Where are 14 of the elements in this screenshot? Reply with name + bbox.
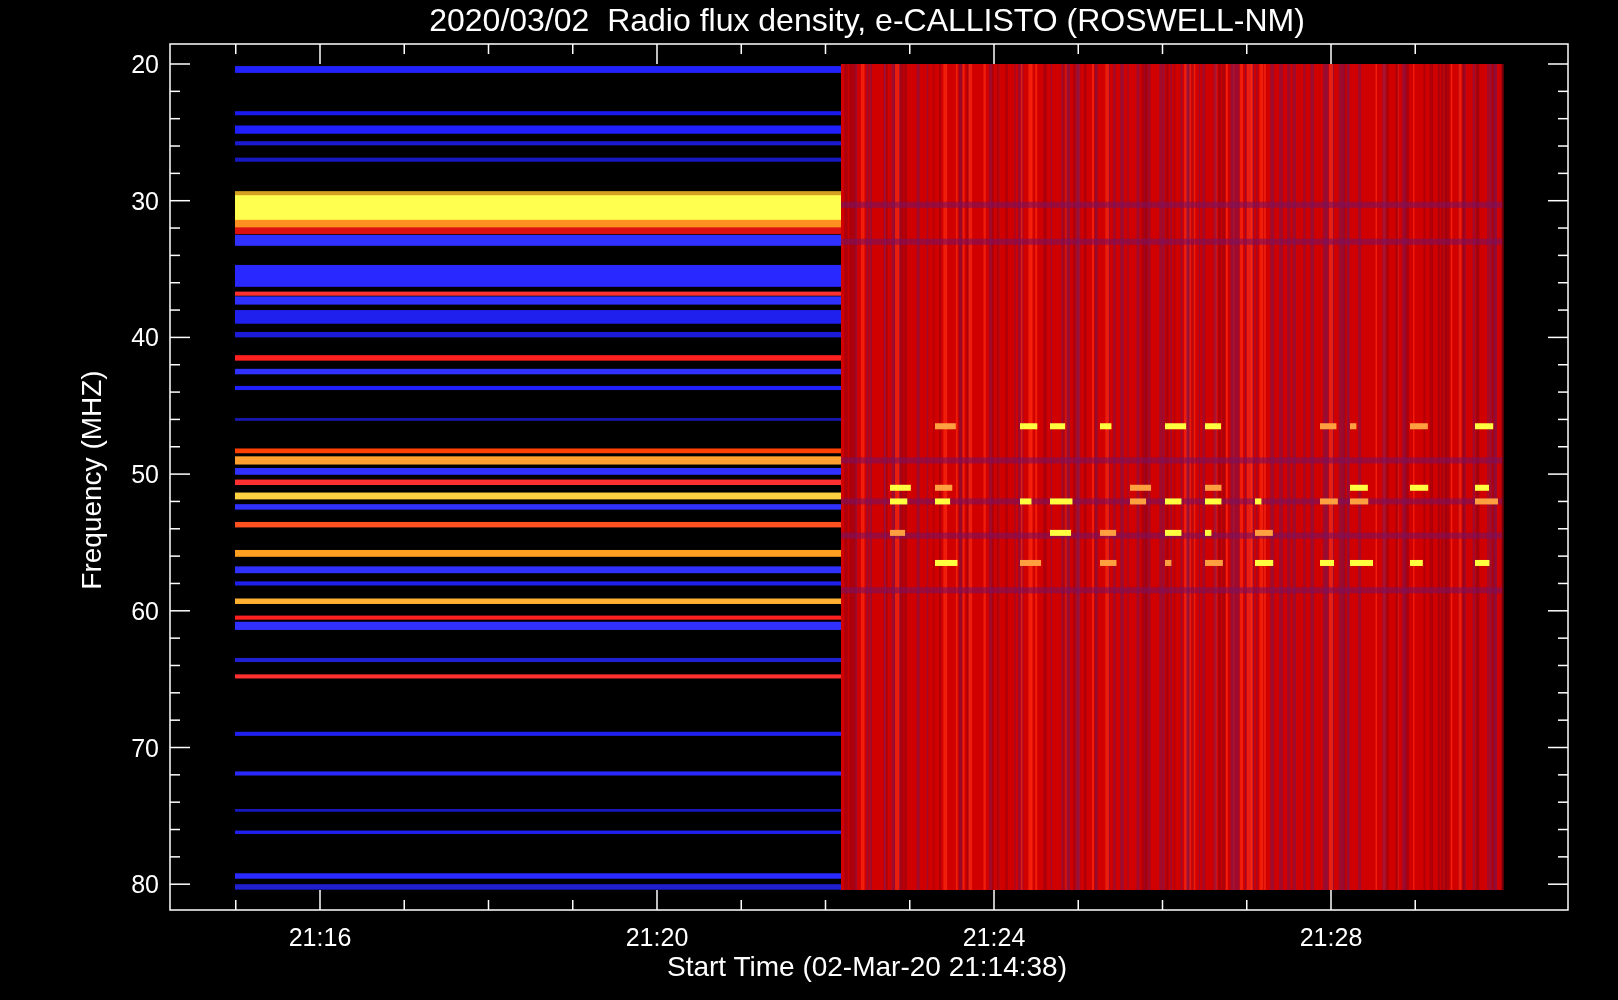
chart-title: 2020/03/02 Radio flux density, e-CALLISTO (ROSWELL-NM) <box>429 2 1305 38</box>
tick-label: 70 <box>131 733 159 762</box>
axis-title: Start Time (02-Mar-20 21:14:38) <box>667 951 1067 982</box>
tick-label: 21:16 <box>288 923 352 951</box>
tick-label: 30 <box>131 186 159 215</box>
tick-label: 60 <box>131 596 159 625</box>
tick-label: 40 <box>131 323 159 352</box>
axis-title: Frequency (MHZ) <box>76 370 107 590</box>
tick-label: 21:24 <box>962 923 1026 951</box>
tick-label: 20 <box>131 50 159 78</box>
tick-label: 21:20 <box>625 923 689 951</box>
tick-label: 80 <box>131 870 159 899</box>
tick-label: 50 <box>131 460 159 489</box>
tick-label: 21:28 <box>1299 923 1363 951</box>
